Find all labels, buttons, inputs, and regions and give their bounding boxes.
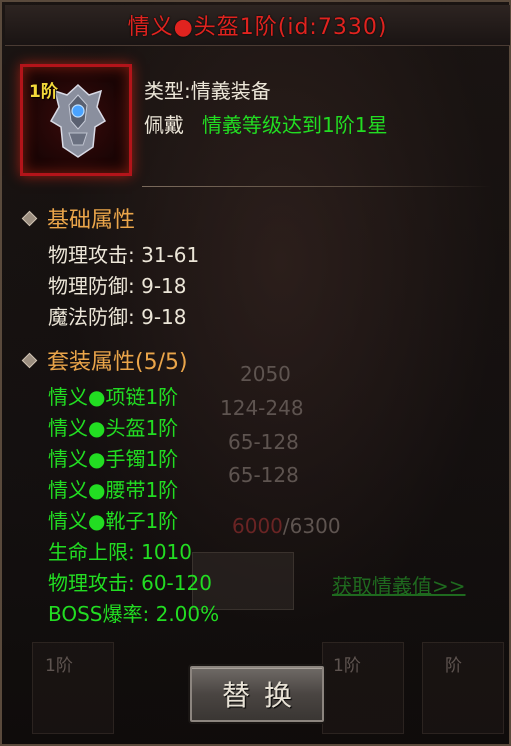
bg-value: 65-128 [228,430,299,454]
set-piece: 情义●手镯1阶 [48,447,179,471]
bg-progress-current: 6000 [232,514,283,538]
base-attributes-heading: 基础属性 [21,202,136,234]
base-attributes-list: 物理攻击: 31-61 物理防御: 9-18 魔法防御: 9-18 [48,240,199,333]
get-affection-link[interactable]: 获取情義值>> [332,570,466,599]
diamond-bullet-icon [21,210,38,226]
title-bar: 情义●头盔1阶(id:7330) [5,5,510,46]
item-info: 类型:情義装备 佩戴 情義等级达到1阶1星 [144,74,387,142]
set-piece: 情义●靴子1阶 [48,509,179,533]
swap-button[interactable]: 替换 [190,666,324,722]
base-attributes-title: 基础属性 [47,208,136,233]
base-stat: 魔法防御: 9-18 [48,305,187,329]
bg-slot-label: 阶 [445,656,462,676]
bg-value: 2050 [240,362,291,386]
set-attributes-heading: 套装属性(5/5) [21,344,188,376]
item-type-label: 类型: [144,79,191,103]
diamond-bullet-icon [21,352,38,368]
set-bonus: BOSS爆率: 2.00% [48,602,220,626]
bg-progress: 6000/6300 [232,514,341,538]
set-piece: 情义●头盔1阶 [48,416,179,440]
bg-slot: 1阶 [322,642,404,734]
bg-slot: 1阶 [32,642,114,734]
item-title: 情义●头盔1阶(id:7330) [127,15,388,40]
item-wear-row: 佩戴 情義等级达到1阶1星 [144,108,387,142]
set-bonus: 生命上限: 1010 [48,540,192,564]
bg-value: 65-128 [228,463,299,487]
base-stat: 物理防御: 9-18 [48,274,187,298]
item-type-value: 情義装备 [190,79,271,103]
base-stat: 物理攻击: 31-61 [48,243,200,267]
set-piece: 情义●项链1阶 [48,385,179,409]
set-attributes-title: 套装属性(5/5) [47,350,188,375]
item-type-row: 类型:情義装备 [144,74,387,108]
bg-progress-total: /6300 [282,514,341,538]
set-bonus: 物理攻击: 60-120 [48,571,212,595]
item-wear-requirement: 情義等级达到1阶1星 [202,113,388,137]
tier-badge: 1阶 [29,82,58,102]
bg-slot-label: 1阶 [333,656,361,676]
bg-slot-label: 1阶 [45,656,73,676]
set-attributes-list: 情义●项链1阶 情义●头盔1阶 情义●手镯1阶 情义●腰带1阶 情义●靴子1阶 … [48,382,219,630]
item-icon-frame: 1阶 [20,64,132,176]
divider [142,186,492,187]
bg-slot: 阶 [422,642,504,734]
set-piece: 情义●腰带1阶 [48,478,179,502]
item-tooltip-panel: 2050 124-248 65-128 65-128 6000/6300 获取情… [0,0,511,746]
item-wear-label: 佩戴 [144,113,184,137]
bg-value: 124-248 [220,396,304,420]
